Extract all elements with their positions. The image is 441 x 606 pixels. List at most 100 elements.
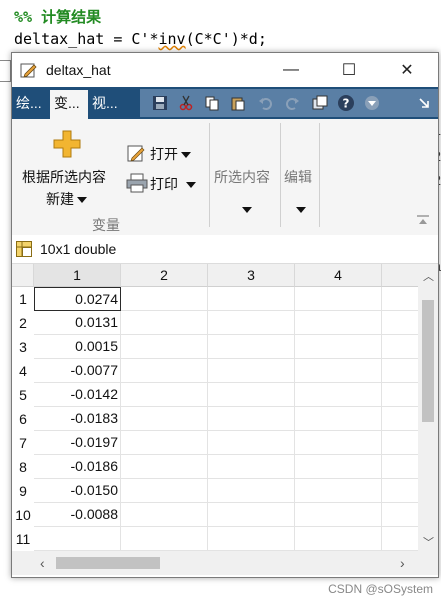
help-dropdown-icon[interactable]: [362, 93, 382, 113]
grid-cell[interactable]: [295, 335, 382, 359]
help-icon[interactable]: ?: [336, 93, 356, 113]
row-header[interactable]: 7: [12, 431, 34, 455]
grid-cell[interactable]: [295, 455, 382, 479]
scroll-up-icon[interactable]: ︿: [423, 268, 434, 284]
switch-windows-icon[interactable]: [310, 93, 330, 113]
grid-cell[interactable]: -0.0197: [34, 431, 121, 455]
vertical-scroll-thumb[interactable]: [422, 300, 434, 422]
selected-content-button[interactable]: 所选内容: [212, 165, 280, 225]
horizontal-scroll-thumb[interactable]: [56, 557, 160, 569]
grid-cell[interactable]: -0.0077: [34, 359, 121, 383]
grid-cell[interactable]: -0.0142: [34, 383, 121, 407]
column-header[interactable]: 3: [208, 264, 295, 287]
minimize-button[interactable]: —: [268, 53, 314, 87]
new-from-selection-button[interactable]: 根据所选内容 新建: [20, 165, 126, 209]
row-header[interactable]: 10: [12, 503, 34, 527]
grid-cell[interactable]: [121, 527, 208, 551]
redo-icon[interactable]: [282, 93, 302, 113]
grid-cell[interactable]: [121, 503, 208, 527]
grid-cell[interactable]: [121, 407, 208, 431]
tab-plots[interactable]: 绘...: [12, 90, 50, 119]
grid-cell[interactable]: [382, 503, 418, 527]
grid-cell[interactable]: [34, 527, 121, 551]
grid-cell[interactable]: [295, 527, 382, 551]
maximize-button[interactable]: ☐: [326, 53, 372, 87]
grid-cell[interactable]: [208, 335, 295, 359]
grid-cell[interactable]: [121, 335, 208, 359]
row-header[interactable]: 1: [12, 287, 34, 311]
grid-cell[interactable]: [295, 431, 382, 455]
grid-cell[interactable]: [382, 311, 418, 335]
grid-corner[interactable]: [12, 264, 34, 287]
tab-variable[interactable]: 变...: [50, 90, 88, 119]
scroll-left-icon[interactable]: ‹: [40, 555, 45, 571]
grid-cell[interactable]: [208, 311, 295, 335]
grid-cell[interactable]: [208, 503, 295, 527]
row-header[interactable]: 6: [12, 407, 34, 431]
grid-cell[interactable]: [121, 455, 208, 479]
grid-cell[interactable]: [295, 383, 382, 407]
grid-cell[interactable]: [121, 359, 208, 383]
grid-cell[interactable]: [121, 431, 208, 455]
grid-cell[interactable]: [382, 335, 418, 359]
expand-toolstrip-icon[interactable]: [414, 93, 434, 113]
grid-cell[interactable]: [208, 359, 295, 383]
grid-cell[interactable]: [382, 287, 418, 311]
horizontal-scrollbar[interactable]: ‹ ›: [12, 551, 438, 575]
close-button[interactable]: ✕: [384, 53, 430, 87]
grid-cell[interactable]: [121, 287, 208, 311]
tab-view[interactable]: 视...: [88, 90, 128, 119]
copy-icon[interactable]: [202, 93, 222, 113]
row-header[interactable]: 8: [12, 455, 34, 479]
grid-cell[interactable]: [121, 383, 208, 407]
grid-cell[interactable]: [295, 407, 382, 431]
grid-cell[interactable]: [295, 359, 382, 383]
row-header[interactable]: 2: [12, 311, 34, 335]
grid-cell[interactable]: [382, 455, 418, 479]
grid-cell[interactable]: [208, 287, 295, 311]
grid-cell[interactable]: [208, 455, 295, 479]
grid-cell[interactable]: [382, 383, 418, 407]
grid-cell[interactable]: -0.0088: [34, 503, 121, 527]
grid-cell[interactable]: -0.0186: [34, 455, 121, 479]
vertical-scrollbar[interactable]: ︿ ﹀: [418, 264, 438, 551]
grid-cell[interactable]: 0.0131: [34, 311, 121, 335]
column-header[interactable]: 1: [34, 264, 121, 287]
grid-cell[interactable]: [295, 287, 382, 311]
grid-cell[interactable]: [208, 527, 295, 551]
row-header[interactable]: 9: [12, 479, 34, 503]
grid-cell[interactable]: -0.0150: [34, 479, 121, 503]
grid-cell[interactable]: [208, 431, 295, 455]
grid-cell[interactable]: [382, 359, 418, 383]
collapse-ribbon-icon[interactable]: [416, 213, 430, 231]
grid-cell[interactable]: [382, 407, 418, 431]
grid-cell[interactable]: [382, 479, 418, 503]
row-header[interactable]: 3: [12, 335, 34, 359]
paste-icon[interactable]: [228, 93, 248, 113]
print-button[interactable]: 打印: [124, 171, 204, 195]
scroll-right-icon[interactable]: ›: [400, 555, 405, 571]
grid-cell[interactable]: [208, 479, 295, 503]
undo-icon[interactable]: [256, 93, 276, 113]
row-header[interactable]: 11: [12, 527, 34, 551]
row-header[interactable]: 4: [12, 359, 34, 383]
cut-icon[interactable]: [176, 93, 196, 113]
grid-cell[interactable]: [208, 383, 295, 407]
variable-grid[interactable]: 1 2 3 4 1 0.0274 2 0.0131 3 0.0015 4 -0.0077 5 -0.014…: [12, 264, 418, 551]
grid-cell[interactable]: [121, 311, 208, 335]
grid-cell[interactable]: [382, 431, 418, 455]
edit-button[interactable]: 编辑: [282, 165, 318, 225]
scroll-down-icon[interactable]: ﹀: [423, 534, 434, 550]
column-header-partial[interactable]: [382, 264, 418, 287]
grid-cell[interactable]: [382, 527, 418, 551]
title-bar[interactable]: deltax_hat — ☐ ✕: [12, 53, 438, 87]
grid-cell[interactable]: [295, 479, 382, 503]
open-button[interactable]: 打开: [124, 141, 200, 165]
grid-cell[interactable]: 0.0015: [34, 335, 121, 359]
grid-cell[interactable]: [295, 311, 382, 335]
grid-cell[interactable]: [295, 503, 382, 527]
grid-cell[interactable]: -0.0183: [34, 407, 121, 431]
grid-cell[interactable]: [208, 407, 295, 431]
grid-cell[interactable]: [121, 479, 208, 503]
row-header[interactable]: 5: [12, 383, 34, 407]
